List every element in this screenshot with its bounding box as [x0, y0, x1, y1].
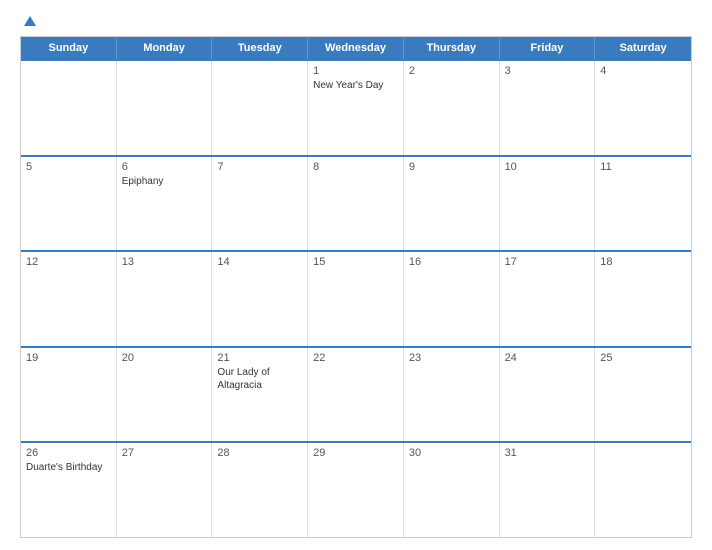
calendar-body: 1New Year's Day23456Epiphany789101112131…: [21, 59, 691, 537]
calendar-cell: 23: [404, 348, 500, 442]
calendar-cell: 17: [500, 252, 596, 346]
calendar-cell: 4: [595, 61, 691, 155]
day-number: 5: [26, 161, 111, 173]
day-number: 17: [505, 256, 590, 268]
page-header: [20, 16, 692, 26]
day-number: 15: [313, 256, 398, 268]
calendar-cell: 2: [404, 61, 500, 155]
calendar-week: 12 13 14 15 16 17 18: [21, 250, 691, 346]
calendar-cell: [595, 443, 691, 537]
calendar-cell: 25: [595, 348, 691, 442]
day-number: 12: [26, 256, 111, 268]
day-number: 24: [505, 352, 590, 364]
day-number: 27: [122, 447, 207, 459]
day-number: 9: [409, 161, 494, 173]
calendar-cell: 29: [308, 443, 404, 537]
day-number: 6: [122, 161, 207, 173]
calendar-cell: [212, 61, 308, 155]
calendar-cell: [21, 61, 117, 155]
holiday-label: Our Lady of Altagracia: [217, 366, 302, 392]
day-number: 30: [409, 447, 494, 459]
calendar-cell: 10: [500, 157, 596, 251]
calendar-cell: 3: [500, 61, 596, 155]
day-number: 19: [26, 352, 111, 364]
day-number: 26: [26, 447, 111, 459]
calendar-cell: 26 Duarte's Birthday: [21, 443, 117, 537]
day-number: 28: [217, 447, 302, 459]
logo: [20, 16, 40, 26]
day-number: 13: [122, 256, 207, 268]
day-number: 22: [313, 352, 398, 364]
calendar-header-cell: Saturday: [595, 37, 691, 59]
calendar-cell: 8: [308, 157, 404, 251]
calendar-cell: 1 New Year's Day: [308, 61, 404, 155]
calendar-cell: 9: [404, 157, 500, 251]
day-number: 3: [505, 65, 590, 77]
calendar-cell: 31: [500, 443, 596, 537]
calendar-cell: 7: [212, 157, 308, 251]
holiday-label: Epiphany: [122, 175, 207, 188]
calendar-cell: 28: [212, 443, 308, 537]
calendar-header-cell: Tuesday: [212, 37, 308, 59]
calendar-cell: [117, 61, 213, 155]
calendar-week: 1 New Year's Day 234: [21, 59, 691, 155]
calendar-week: 56 Epiphany 789 10 11: [21, 155, 691, 251]
calendar-cell: 22: [308, 348, 404, 442]
calendar-cell: 18: [595, 252, 691, 346]
calendar-cell: 14: [212, 252, 308, 346]
calendar: SundayMondayTuesdayWednesdayThursdayFrid…: [20, 36, 692, 538]
calendar-header-cell: Monday: [117, 37, 213, 59]
day-number: 7: [217, 161, 302, 173]
calendar-header-cell: Friday: [500, 37, 596, 59]
calendar-header-cell: Sunday: [21, 37, 117, 59]
calendar-week: 19 20 21 Our Lady of Altagracia 22 23 24 25: [21, 346, 691, 442]
day-number: 1: [313, 65, 398, 77]
calendar-cell: 13: [117, 252, 213, 346]
calendar-cell: 6 Epiphany: [117, 157, 213, 251]
calendar-page: SundayMondayTuesdayWednesdayThursdayFrid…: [0, 0, 712, 550]
holiday-label: Duarte's Birthday: [26, 461, 111, 474]
day-number: 10: [505, 161, 590, 173]
day-number: 8: [313, 161, 398, 173]
calendar-cell: 19: [21, 348, 117, 442]
day-number: 29: [313, 447, 398, 459]
holiday-label: New Year's Day: [313, 79, 398, 92]
calendar-cell: 11: [595, 157, 691, 251]
calendar-cell: 20: [117, 348, 213, 442]
calendar-cell: 5: [21, 157, 117, 251]
calendar-header-cell: Wednesday: [308, 37, 404, 59]
calendar-cell: 24: [500, 348, 596, 442]
calendar-cell: 21 Our Lady of Altagracia: [212, 348, 308, 442]
day-number: 25: [600, 352, 686, 364]
day-number: 23: [409, 352, 494, 364]
calendar-cell: 16: [404, 252, 500, 346]
day-number: 16: [409, 256, 494, 268]
calendar-header: SundayMondayTuesdayWednesdayThursdayFrid…: [21, 37, 691, 59]
calendar-cell: 30: [404, 443, 500, 537]
calendar-header-cell: Thursday: [404, 37, 500, 59]
day-number: 4: [600, 65, 686, 77]
day-number: 21: [217, 352, 302, 364]
day-number: 11: [600, 161, 686, 173]
logo-triangle-icon: [24, 16, 36, 26]
day-number: 20: [122, 352, 207, 364]
day-number: 2: [409, 65, 494, 77]
calendar-cell: 15: [308, 252, 404, 346]
calendar-cell: 27: [117, 443, 213, 537]
day-number: 18: [600, 256, 686, 268]
day-number: 31: [505, 447, 590, 459]
calendar-cell: 12: [21, 252, 117, 346]
day-number: 14: [217, 256, 302, 268]
calendar-week: 26 Duarte's Birthday 27 28 29 30 31: [21, 441, 691, 537]
